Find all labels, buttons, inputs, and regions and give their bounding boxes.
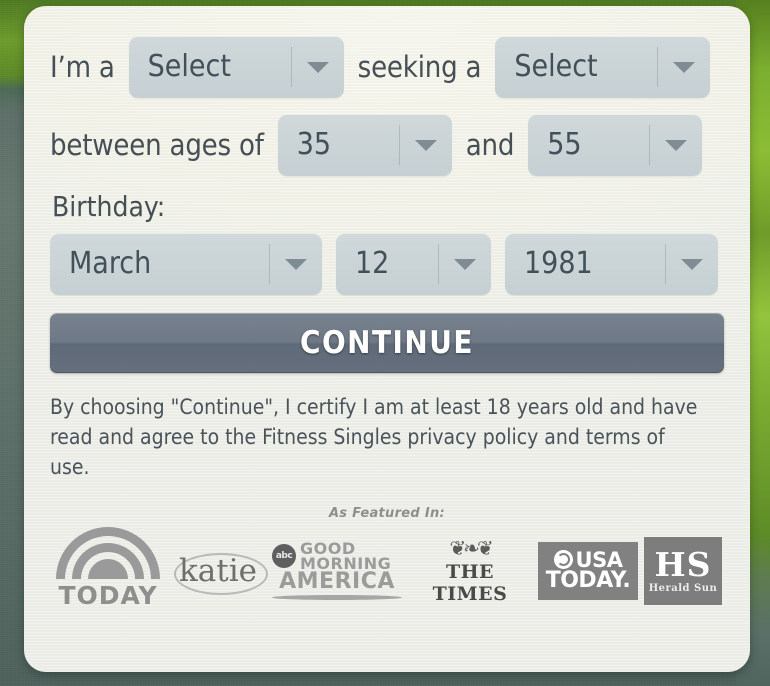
select-gender-self-value: Select	[147, 49, 231, 84]
usa-today-top-row: USA	[553, 547, 623, 572]
herald-sun-initials: HS	[654, 544, 712, 584]
select-birth-year[interactable]: 1981	[505, 233, 718, 295]
select-birth-year-value: 1981	[524, 246, 593, 281]
chevron-down-icon	[400, 139, 452, 151]
gma-top-row: abc GOOD MORNING	[272, 541, 402, 572]
katie-logo: katie	[170, 541, 268, 601]
katie-logo-word: katie	[179, 552, 257, 589]
chevron-down-icon	[658, 61, 710, 73]
age-range-row: between ages of 35 and 55	[50, 114, 724, 176]
select-birth-month[interactable]: March	[50, 233, 322, 295]
times-crest-icon: ❦❧❦	[449, 535, 493, 560]
label-seeking-a: seeking a	[357, 49, 482, 84]
label-birthday: Birthday:	[52, 190, 166, 223]
select-age-max-value: 55	[547, 127, 582, 162]
gma-swoosh-icon	[272, 595, 402, 601]
today-logo: TODAY	[52, 527, 164, 611]
label-between-ages-of: between ages of	[50, 127, 264, 162]
herald-sun-logo: HS Herald Sun	[644, 536, 722, 605]
select-age-min[interactable]: 35	[277, 114, 452, 176]
continue-button[interactable]: CONTINUE	[50, 313, 724, 373]
usa-today-line-usa: USA	[575, 547, 623, 572]
birthday-row: March 12 1981	[50, 233, 724, 295]
select-gender-seeking-value: Select	[514, 49, 598, 84]
chevron-down-icon	[650, 139, 702, 151]
today-logo-word: TODAY	[58, 581, 158, 611]
the-times-logo: ❦❧❦ THE TIMES	[408, 537, 532, 605]
select-age-max[interactable]: 55	[528, 114, 703, 176]
globe-icon	[553, 550, 573, 570]
gma-line-america: AMERICA	[279, 569, 395, 595]
chevron-down-icon	[439, 258, 491, 270]
select-gender-self[interactable]: Select	[128, 36, 344, 98]
featured-logos: TODAY katie abc GOOD MORNING AMERICA ❦❧❦…	[50, 527, 724, 611]
signup-card: I’m a Select seeking a Select between ag…	[24, 6, 750, 672]
usa-today-line-today: TODAY.	[545, 567, 631, 593]
label-im-a: I’m a	[50, 49, 115, 84]
gender-row: I’m a Select seeking a Select	[50, 36, 724, 98]
gma-words: GOOD MORNING	[300, 541, 391, 572]
times-logo-word: THE TIMES	[432, 560, 508, 605]
good-morning-america-logo: abc GOOD MORNING AMERICA	[272, 541, 402, 601]
select-gender-seeking[interactable]: Select	[495, 36, 711, 98]
chevron-down-icon	[666, 258, 718, 270]
abc-circle-icon: abc	[272, 544, 296, 569]
select-age-min-value: 35	[296, 127, 332, 162]
label-and: and	[465, 127, 515, 162]
select-birth-day-value: 12	[355, 246, 390, 281]
disclaimer-text: By choosing "Continue", I certify I am a…	[50, 395, 698, 479]
chevron-down-icon	[270, 258, 322, 270]
usa-today-logo: USA TODAY.	[538, 541, 638, 600]
select-birth-month-value: March	[69, 246, 152, 281]
herald-sun-word: Herald Sun	[648, 582, 718, 594]
as-featured-in-heading: As Featured In:	[328, 506, 446, 522]
select-birth-day[interactable]: 12	[336, 233, 491, 295]
chevron-down-icon	[292, 61, 344, 73]
today-rainbow-icon	[56, 527, 160, 580]
